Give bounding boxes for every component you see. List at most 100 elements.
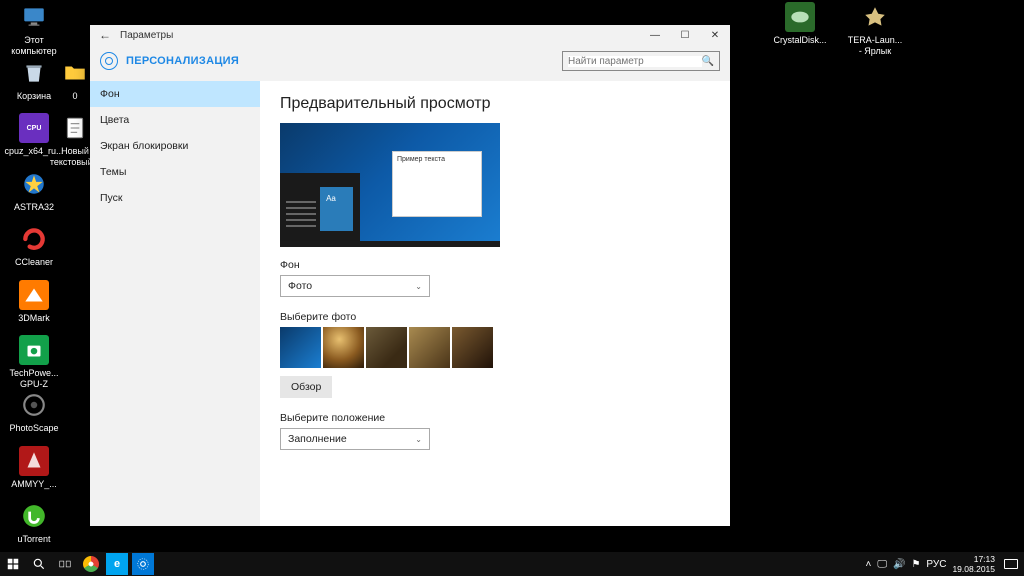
desktop-icon-label: ASTRA32 [4, 202, 64, 213]
desktop-icon-ccleaner[interactable]: CCleaner [4, 224, 64, 268]
desktop-icon-label: Этоткомпьютер [4, 35, 64, 57]
settings-body: Фон Цвета Экран блокировки Темы Пуск Пре… [90, 81, 730, 526]
back-button[interactable]: ← [90, 28, 120, 42]
desktop-icon-3dmark[interactable]: 3DMark [4, 280, 64, 324]
sidebar-item-start[interactable]: Пуск [90, 185, 260, 211]
utorrent-icon [19, 501, 49, 531]
sidebar-item-colors[interactable]: Цвета [90, 107, 260, 133]
browse-button[interactable]: Обзор [280, 376, 332, 398]
sidebar-item-label: Фон [100, 88, 120, 100]
desktop-icon-tera[interactable]: TERA-Laun...- Ярлык [845, 2, 905, 57]
preview-box: Aa Пример текста [280, 123, 500, 247]
desktop-icon-utorrent[interactable]: uTorrent [4, 501, 64, 545]
photo-thumb-1[interactable] [280, 327, 321, 368]
fit-dropdown[interactable]: Заполнение ⌄ [280, 428, 430, 450]
minimize-button[interactable]: — [640, 30, 670, 41]
pc-icon [19, 2, 49, 32]
preview-accent-tile: Aa [320, 187, 342, 209]
desktop-icon-label: 3DMark [4, 313, 64, 324]
preview-taskbar [280, 241, 500, 247]
desktop-icon-label: AMMYY_... [4, 479, 64, 490]
chevron-down-icon: ⌄ [415, 282, 422, 291]
settings-heading: ПЕРСОНАЛИЗАЦИЯ [126, 55, 562, 67]
maximize-button[interactable]: ☐ [670, 30, 700, 41]
window-controls: — ☐ ✕ [640, 30, 730, 41]
textfile-icon [60, 113, 90, 143]
start-button[interactable] [0, 552, 26, 576]
taskbar-app-chrome[interactable] [83, 556, 99, 572]
gear-icon [100, 52, 118, 70]
window-title: Параметры [120, 30, 640, 41]
settings-sidebar: Фон Цвета Экран блокировки Темы Пуск [90, 81, 260, 526]
tray-chevron-icon[interactable]: ˄ [866, 559, 872, 570]
fit-label: Выберите положение [280, 412, 710, 424]
crystaldisk-icon [785, 2, 815, 32]
sidebar-item-label: Цвета [100, 114, 129, 126]
settings-window: ← Параметры — ☐ ✕ ПЕРСОНАЛИЗАЦИЯ 🔍 Фон Ц… [90, 25, 730, 526]
tray-network-icon[interactable]: 🖵 [877, 559, 887, 570]
tray-flag-icon[interactable]: ⚑ [911, 559, 920, 570]
sidebar-item-label: Пуск [100, 192, 123, 204]
taskbar-time: 17:13 [952, 554, 995, 564]
desktop-icon-label: uTorrent [4, 534, 64, 545]
photo-thumb-3[interactable] [366, 327, 407, 368]
photo-thumbnails [280, 327, 710, 368]
close-button[interactable]: ✕ [700, 30, 730, 41]
desktop-icon-astra32[interactable]: ASTRA32 [4, 169, 64, 213]
task-view-button[interactable] [52, 552, 78, 576]
tray-volume-icon[interactable]: 🔊 [893, 559, 905, 570]
sidebar-item-lockscreen[interactable]: Экран блокировки [90, 133, 260, 159]
photo-thumb-2[interactable] [323, 327, 364, 368]
settings-header: ПЕРСОНАЛИЗАЦИЯ 🔍 [90, 45, 730, 81]
search-button[interactable] [26, 552, 52, 576]
preview-heading: Предварительный просмотр [280, 95, 710, 113]
desktop-icon-label: CCleaner [4, 257, 64, 268]
folder-icon [60, 58, 90, 88]
settings-content: Предварительный просмотр Aa Пример текст… [260, 81, 730, 526]
taskbar-right: ˄ 🖵 🔊 ⚑ РУС 17:13 19.08.2015 [866, 554, 1024, 574]
astra32-icon [19, 169, 49, 199]
desktop-icon-this-pc[interactable]: Этоткомпьютер [4, 2, 64, 57]
chevron-down-icon: ⌄ [415, 435, 422, 444]
desktop-icon-gpuz[interactable]: TechPowe...GPU-Z [4, 335, 64, 390]
sidebar-item-label: Экран блокировки [100, 140, 188, 152]
taskbar-clock[interactable]: 17:13 19.08.2015 [952, 554, 995, 574]
choose-photo-label: Выберите фото [280, 311, 710, 323]
desktop-icon-ammyy[interactable]: AMMYY_... [4, 446, 64, 490]
ammyy-icon [19, 446, 49, 476]
desktop-icon-crystaldisk[interactable]: CrystalDisk... [770, 2, 830, 46]
3dmark-icon [19, 280, 49, 310]
tray-language[interactable]: РУС [926, 559, 946, 570]
search-box[interactable]: 🔍 [562, 51, 720, 71]
browse-button-label: Обзор [291, 381, 321, 393]
action-center-button[interactable] [1004, 559, 1018, 569]
ccleaner-icon [19, 224, 49, 254]
sidebar-item-themes[interactable]: Темы [90, 159, 260, 185]
sidebar-item-background[interactable]: Фон [90, 81, 260, 107]
desktop-icon-label: CrystalDisk... [770, 35, 830, 46]
preview-sample-text: Пример текста [397, 156, 445, 163]
taskbar: e ˄ 🖵 🔊 ⚑ РУС 17:13 19.08.2015 [0, 552, 1024, 576]
gpuz-icon [19, 335, 49, 365]
desktop-icon-label: PhotoScape [4, 423, 64, 434]
search-input[interactable] [568, 56, 702, 67]
desktop-icon-label: TERA-Laun...- Ярлык [845, 35, 905, 57]
desktop-icon-label: TechPowe...GPU-Z [4, 368, 64, 390]
photo-thumb-5[interactable] [452, 327, 493, 368]
dropdown-value: Заполнение [288, 433, 347, 445]
desktop-icon-photoscape[interactable]: PhotoScape [4, 390, 64, 434]
window-titlebar: ← Параметры — ☐ ✕ [90, 25, 730, 45]
tera-icon [860, 2, 890, 32]
dropdown-value: Фото [288, 280, 312, 292]
photo-thumb-4[interactable] [409, 327, 450, 368]
photoscape-icon [19, 390, 49, 420]
preview-startmenu: Aa [280, 173, 360, 241]
taskbar-date: 19.08.2015 [952, 564, 995, 574]
preview-sample-window: Пример текста [392, 151, 482, 217]
background-label: Фон [280, 259, 710, 271]
sidebar-item-label: Темы [100, 166, 126, 178]
taskbar-app-settings[interactable] [132, 553, 154, 575]
background-dropdown[interactable]: Фото ⌄ [280, 275, 430, 297]
taskbar-app-edge[interactable]: e [106, 553, 128, 575]
taskbar-left: e [0, 552, 156, 576]
